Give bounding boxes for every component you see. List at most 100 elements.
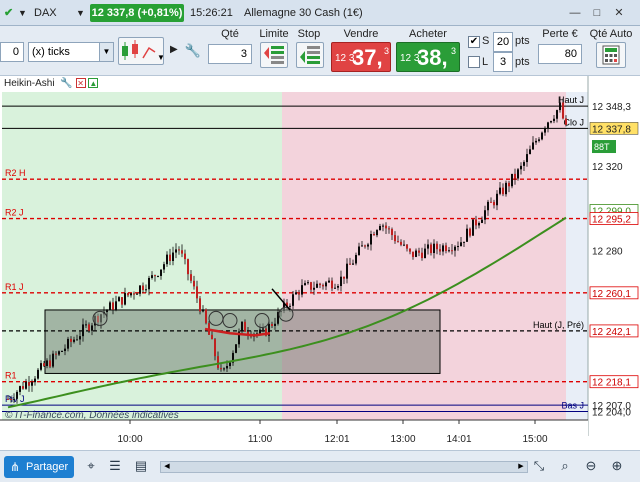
buy-price: 38,: [417, 45, 448, 70]
settings-button[interactable]: 🔧: [184, 38, 202, 64]
qty-auto-button[interactable]: [596, 42, 626, 68]
chart-type-button[interactable]: ▼: [118, 37, 165, 65]
candle-body: [529, 149, 531, 155]
candle-body: [448, 250, 450, 252]
candle-body: [121, 297, 123, 305]
candle-body: [229, 362, 231, 367]
watermark: © IT-Finance.com, Données indicatives: [5, 410, 179, 421]
qty-auto-label: Qté Auto: [589, 28, 633, 40]
candle-body: [199, 298, 201, 312]
candle-body: [46, 360, 48, 367]
zoom-out-icon[interactable]: ⊖: [582, 457, 600, 475]
candle-body: [274, 323, 276, 326]
candle-body: [148, 277, 150, 290]
close-panel-icon[interactable]: ✕: [75, 78, 86, 88]
x-tick-label: 14:01: [446, 434, 471, 445]
candle-body: [19, 386, 21, 392]
check-icon[interactable]: ✔: [4, 0, 13, 26]
candle-body: [142, 285, 144, 291]
limit-order-button[interactable]: [260, 42, 288, 68]
minimize-icon[interactable]: —: [568, 6, 582, 20]
sell-label: Vendre: [343, 28, 379, 40]
candle-body: [490, 201, 492, 203]
wrench-icon[interactable]: 🔧: [60, 78, 72, 89]
zoom-in-icon[interactable]: ⊕: [608, 457, 626, 475]
candle-body: [133, 293, 135, 295]
cursor-icon[interactable]: ⌖: [82, 457, 100, 475]
price-badge: 12 337,8 (+0,81%): [90, 4, 184, 22]
candle-body: [517, 169, 519, 179]
candle-body: [271, 323, 273, 326]
candle-body: [298, 292, 300, 295]
candle-body: [175, 249, 177, 253]
candle-body: [259, 329, 261, 334]
candle-body: [166, 254, 168, 265]
level-label: Haut (J, Pré): [533, 320, 584, 330]
candle-body: [10, 398, 12, 400]
level-label: Bas J: [561, 401, 584, 411]
stop-order-icon: [300, 46, 320, 64]
candle-body: [214, 339, 216, 357]
close-icon[interactable]: ✕: [612, 6, 626, 20]
candle-body: [514, 173, 516, 179]
candle-body: [310, 282, 312, 290]
l-pts-label: pts: [515, 56, 530, 68]
list-icon[interactable]: ☰: [106, 457, 124, 475]
level-label: R2 J: [5, 208, 24, 218]
price-chart[interactable]: Haut JClo JR2 HR2 JR1 JHaut (J, Pré)R1Pi…: [0, 76, 640, 450]
candle-body: [319, 283, 321, 286]
candle-body: [16, 391, 18, 399]
candle-body: [373, 234, 375, 236]
candle-body: [43, 363, 45, 367]
candle-body: [472, 219, 474, 236]
level-label: R2 H: [5, 168, 26, 178]
l-checkbox[interactable]: [468, 56, 480, 68]
s-points-input[interactable]: 20: [493, 32, 513, 52]
sell-sup: 3: [384, 46, 390, 56]
candle-body: [550, 121, 552, 123]
x-tick-label: 10:00: [117, 434, 142, 445]
candle-body: [526, 154, 528, 163]
play-icon[interactable]: ▶: [170, 44, 178, 55]
scroll-left-icon[interactable]: ◀: [161, 462, 173, 472]
zoom-fit-icon[interactable]: ⤡: [530, 457, 548, 475]
maximize-icon[interactable]: □: [590, 6, 604, 20]
zoom-area-icon[interactable]: ⌕: [556, 457, 574, 475]
ticks-select[interactable]: (x) ticks ▼: [28, 42, 114, 62]
candle-body: [31, 382, 33, 386]
stop-order-button[interactable]: [296, 42, 324, 68]
candle-body: [157, 275, 159, 277]
candle-body: [334, 287, 336, 289]
limit-label: Limite: [259, 28, 289, 40]
chevron-down-icon[interactable]: ▼: [76, 0, 85, 26]
candle-body: [40, 363, 42, 370]
qty-input[interactable]: 3: [208, 44, 252, 64]
buy-button[interactable]: 12 3 38, 3: [396, 42, 460, 72]
candle-body: [307, 282, 309, 284]
sell-price: 37,: [352, 45, 383, 70]
period-input[interactable]: 0: [0, 42, 24, 62]
layers-icon[interactable]: ▤: [132, 457, 150, 475]
sell-button[interactable]: 12 3 37, 3: [331, 42, 391, 72]
candle-body: [523, 162, 525, 166]
horizontal-scrollbar[interactable]: ◀ ▶: [160, 461, 528, 473]
scroll-right-icon[interactable]: ▶: [515, 462, 527, 472]
candle-body: [475, 219, 477, 226]
candle-body: [439, 249, 441, 252]
candle-body: [409, 248, 411, 252]
candlestick-icon: ▼: [122, 40, 165, 62]
move-up-icon[interactable]: ▲: [88, 78, 99, 88]
loss-input[interactable]: 80: [538, 44, 582, 64]
candle-body: [421, 252, 423, 259]
candle-body: [430, 244, 432, 254]
candle-body: [460, 242, 462, 247]
chevron-down-icon[interactable]: ▼: [18, 0, 27, 26]
loss-label: Perte €: [542, 28, 578, 40]
candle-body: [433, 243, 435, 254]
l-points-input[interactable]: 3: [493, 52, 513, 72]
candle-body: [457, 246, 459, 248]
s-checkbox[interactable]: ✔: [468, 36, 480, 48]
share-button[interactable]: ⋔ Partager: [4, 456, 74, 478]
candle-body: [364, 245, 366, 247]
buy-label: Acheter: [409, 28, 447, 40]
